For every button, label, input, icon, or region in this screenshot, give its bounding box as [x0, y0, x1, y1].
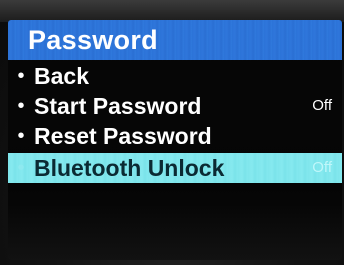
menu-item-reset-password[interactable]: • Reset Password	[8, 121, 342, 151]
bullet-icon: •	[17, 65, 25, 87]
menu-item-label: Start Password	[34, 93, 202, 119]
screen-reflection	[8, 205, 342, 260]
device-screen: Password • Back • Start Password Off • R…	[8, 20, 342, 260]
bullet-icon: •	[17, 95, 25, 117]
menu-item-label: Bluetooth Unlock	[34, 155, 225, 181]
page-title: Password	[28, 24, 158, 55]
title-bar: Password	[8, 20, 342, 60]
menu-item-label: Back	[34, 63, 89, 89]
menu-item-value: Off	[312, 159, 332, 176]
password-menu: • Back • Start Password Off • Reset Pass…	[8, 61, 342, 183]
device-bezel	[0, 0, 344, 22]
menu-item-label: Reset Password	[34, 123, 212, 149]
bullet-icon: •	[17, 125, 25, 147]
bullet-icon: •	[17, 157, 25, 179]
menu-item-start-password[interactable]: • Start Password Off	[8, 91, 342, 121]
menu-item-back[interactable]: • Back	[8, 61, 342, 91]
menu-item-value: Off	[312, 97, 332, 114]
device-frame: Password • Back • Start Password Off • R…	[0, 0, 344, 265]
menu-item-bluetooth-unlock[interactable]: • Bluetooth Unlock Off	[8, 153, 342, 183]
